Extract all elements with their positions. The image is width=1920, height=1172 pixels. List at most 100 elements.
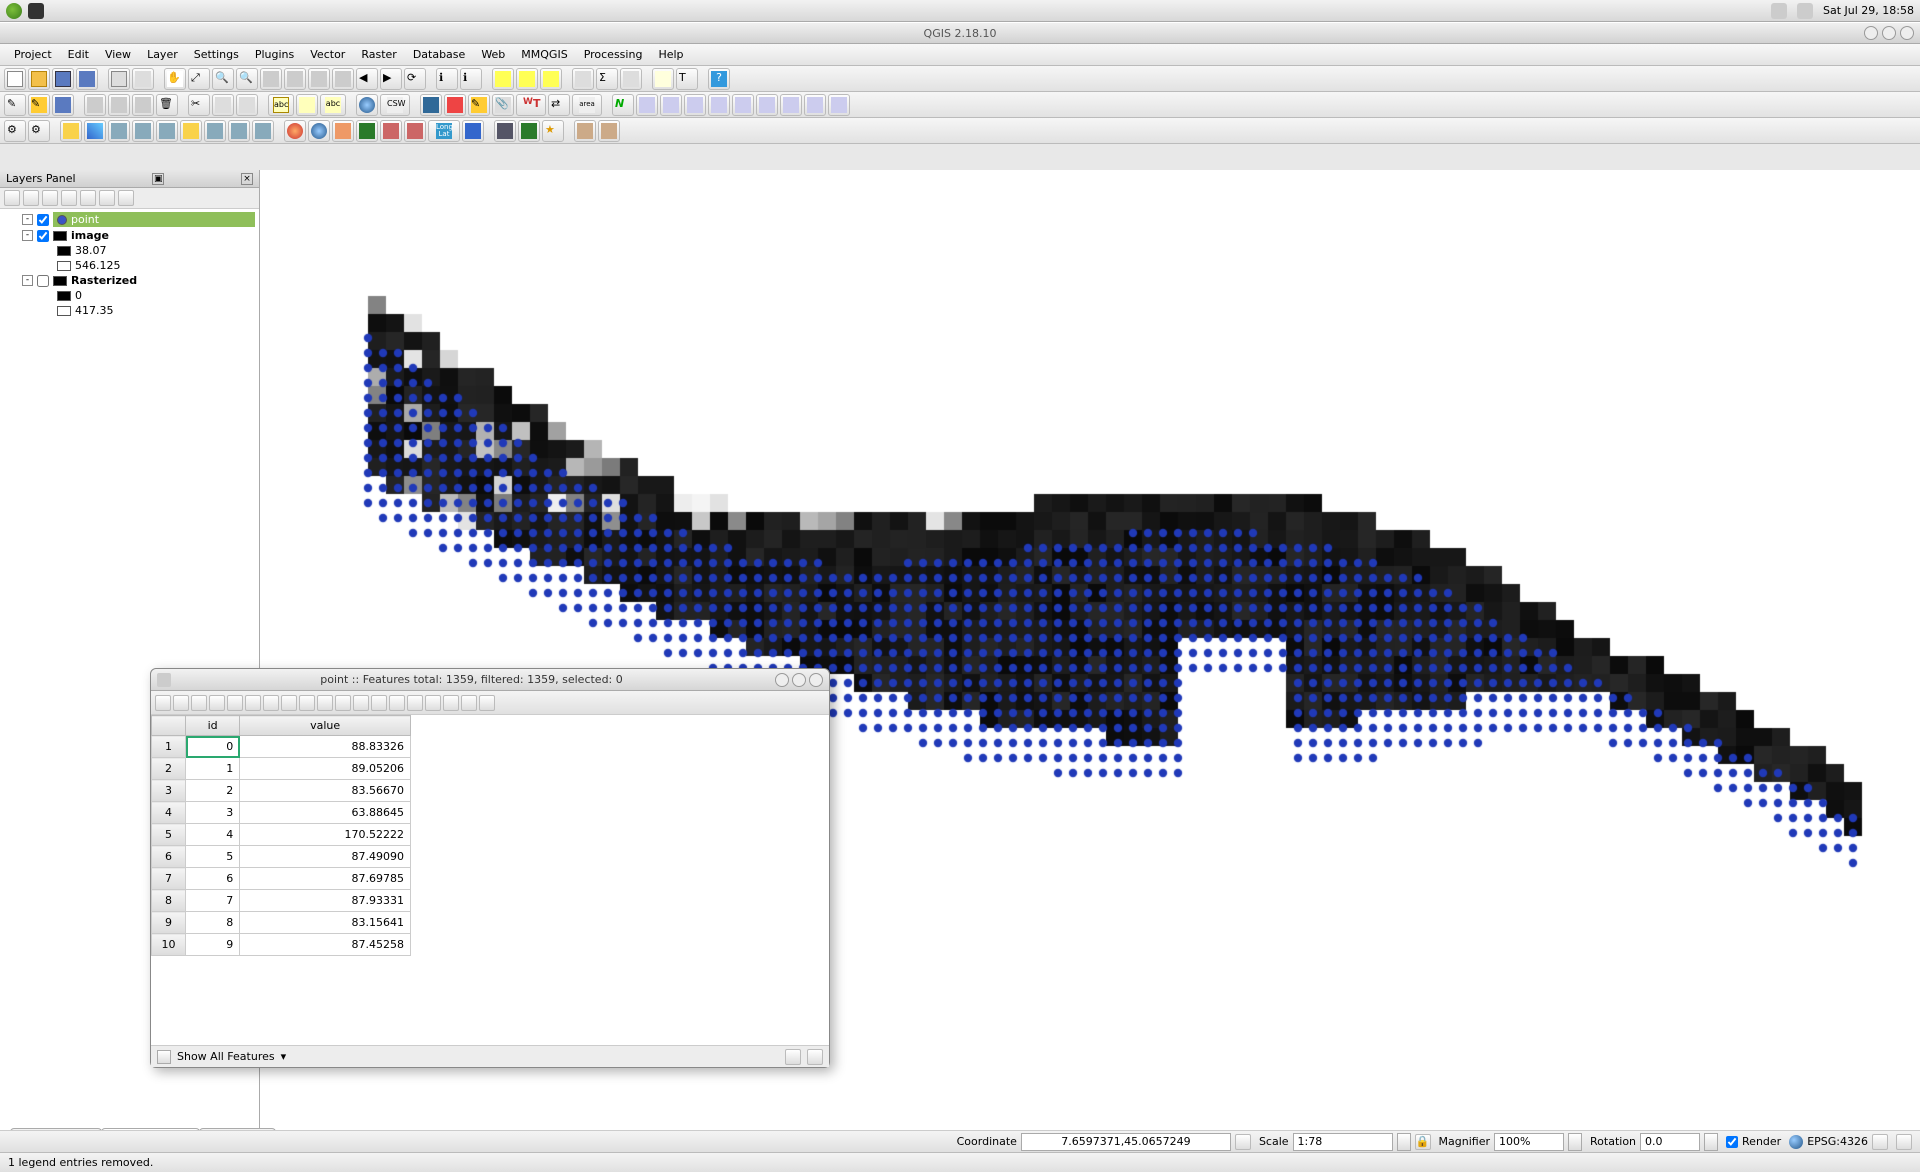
paste-features-icon[interactable] xyxy=(407,695,423,711)
row-number-cell[interactable]: 9 xyxy=(152,912,186,934)
cut-features-button[interactable]: ✂ xyxy=(188,94,210,116)
row-number-cell[interactable]: 1 xyxy=(152,736,186,758)
menu-project[interactable]: Project xyxy=(6,45,60,64)
globe-tool[interactable] xyxy=(356,94,378,116)
expand-icon[interactable]: - xyxy=(22,275,33,286)
plugin-mouse-icon[interactable] xyxy=(494,120,516,142)
zoom-out-button[interactable]: 🔍 xyxy=(236,68,258,90)
menu-edit[interactable]: Edit xyxy=(60,45,97,64)
filter-selection-icon[interactable] xyxy=(317,695,333,711)
table-row[interactable]: 7 6 87.69785 xyxy=(152,868,411,890)
menu-view[interactable]: View xyxy=(97,45,139,64)
plugin-blue-icon[interactable] xyxy=(462,120,484,142)
zoom-selection-button[interactable] xyxy=(308,68,330,90)
taskbar-app-icon[interactable] xyxy=(28,3,44,19)
pan-button[interactable]: ✋ xyxy=(164,68,186,90)
minimize-button[interactable] xyxy=(1864,26,1878,40)
zoom-full-button[interactable] xyxy=(284,68,306,90)
close-button[interactable] xyxy=(1900,26,1914,40)
layer-item-rasterized[interactable]: - Rasterized xyxy=(2,273,257,288)
help-button[interactable]: ? xyxy=(708,68,730,90)
plugin-misc1-icon[interactable] xyxy=(574,120,596,142)
style-manager-icon[interactable] xyxy=(4,190,20,206)
filter-icon[interactable] xyxy=(157,1050,171,1064)
add-postgis-button[interactable] xyxy=(108,120,130,142)
cell-value[interactable]: 63.88645 xyxy=(240,802,411,824)
add-feature-icon[interactable] xyxy=(209,695,225,711)
cell-id[interactable]: 8 xyxy=(186,912,240,934)
cell-value[interactable]: 88.83326 xyxy=(240,736,411,758)
cell-id[interactable]: 4 xyxy=(186,824,240,846)
toggle-editing-button[interactable]: ✎ xyxy=(28,94,50,116)
deselect-button[interactable] xyxy=(540,68,562,90)
notification-icon[interactable] xyxy=(1797,3,1813,19)
cell-value[interactable]: 89.05206 xyxy=(240,758,411,780)
menu-settings[interactable]: Settings xyxy=(186,45,247,64)
table-row[interactable]: 10 9 87.45258 xyxy=(152,934,411,956)
new-column-icon[interactable] xyxy=(425,695,441,711)
save-project-button[interactable] xyxy=(52,68,74,90)
dialog-close-button[interactable] xyxy=(809,673,823,687)
metasearch-button[interactable]: CSW xyxy=(380,94,410,116)
row-number-header[interactable] xyxy=(152,716,186,736)
layer-visibility-checkbox[interactable] xyxy=(37,230,49,242)
row-number-cell[interactable]: 4 xyxy=(152,802,186,824)
chevron-down-icon[interactable]: ▾ xyxy=(281,1050,287,1063)
column-header-value[interactable]: value xyxy=(240,716,411,736)
copy-rows-icon[interactable] xyxy=(389,695,405,711)
table-row[interactable]: 9 8 83.15641 xyxy=(152,912,411,934)
delete-selected-button[interactable]: 🗑 xyxy=(156,94,178,116)
expand-icon[interactable]: - xyxy=(22,230,33,241)
label-tool-2[interactable] xyxy=(296,94,318,116)
cell-value[interactable]: 87.49090 xyxy=(240,846,411,868)
menu-processing[interactable]: Processing xyxy=(576,45,651,64)
zoom-layer-button[interactable] xyxy=(332,68,354,90)
layer-visibility-checkbox[interactable] xyxy=(37,214,49,226)
plugin-tool-2[interactable]: ✎ xyxy=(468,94,490,116)
dialog-titlebar[interactable]: point :: Features total: 1359, filtered:… xyxy=(151,669,829,691)
deselect-all-icon[interactable] xyxy=(299,695,315,711)
cell-id[interactable]: 0 xyxy=(186,736,240,758)
coordinate-input[interactable] xyxy=(1021,1133,1231,1151)
zoom-next-button[interactable]: ▶ xyxy=(380,68,402,90)
add-mssql-button[interactable] xyxy=(156,120,178,142)
toggle-editing-icon[interactable] xyxy=(155,695,171,711)
scale-spinner[interactable] xyxy=(1397,1133,1411,1151)
plugin-grass-icon[interactable] xyxy=(356,120,378,142)
distro-menu-icon[interactable] xyxy=(6,3,22,19)
row-number-cell[interactable]: 7 xyxy=(152,868,186,890)
open-attribute-table-button[interactable] xyxy=(572,68,594,90)
plugin-tool-3[interactable]: 📎 xyxy=(492,94,514,116)
plugin-globe2-icon[interactable] xyxy=(308,120,330,142)
cell-value[interactable]: 170.52222 xyxy=(240,824,411,846)
menu-bar[interactable]: Project Edit View Layer Settings Plugins… xyxy=(0,44,1920,66)
vector-tool-10[interactable] xyxy=(828,94,850,116)
zoom-in-button[interactable]: 🔍 xyxy=(212,68,234,90)
cell-id[interactable]: 9 xyxy=(186,934,240,956)
layer-item-image[interactable]: - image xyxy=(2,228,257,243)
reload-icon[interactable] xyxy=(191,695,207,711)
current-edits-button[interactable]: ✎ xyxy=(4,94,26,116)
table-row[interactable]: 4 3 63.88645 xyxy=(152,802,411,824)
open-field-calc-icon[interactable] xyxy=(461,695,477,711)
crs-label[interactable]: EPSG:4326 xyxy=(1807,1135,1868,1148)
panel-undock-icon[interactable]: ▣ xyxy=(152,173,164,185)
row-number-cell[interactable]: 6 xyxy=(152,846,186,868)
magnifier-spinner[interactable] xyxy=(1568,1133,1582,1151)
crs-group[interactable]: EPSG:4326 xyxy=(1789,1134,1888,1150)
remove-layer-icon[interactable] xyxy=(118,190,134,206)
plugin-tool-wkt[interactable]: WT xyxy=(516,94,546,116)
zoom-last-button[interactable]: ◀ xyxy=(356,68,378,90)
vector-tool-4[interactable] xyxy=(684,94,706,116)
row-number-cell[interactable]: 8 xyxy=(152,890,186,912)
form-view-icon[interactable] xyxy=(785,1049,801,1065)
layer-item-point[interactable]: - point xyxy=(2,211,257,228)
cell-id[interactable]: 6 xyxy=(186,868,240,890)
copy-features-button[interactable] xyxy=(212,94,234,116)
python-console-button[interactable] xyxy=(420,94,442,116)
column-header-id[interactable]: id xyxy=(186,716,240,736)
table-row[interactable]: 1 0 88.83326 xyxy=(152,736,411,758)
expand-icon[interactable]: - xyxy=(22,214,33,225)
add-vector-button[interactable] xyxy=(60,120,82,142)
menu-raster[interactable]: Raster xyxy=(353,45,404,64)
